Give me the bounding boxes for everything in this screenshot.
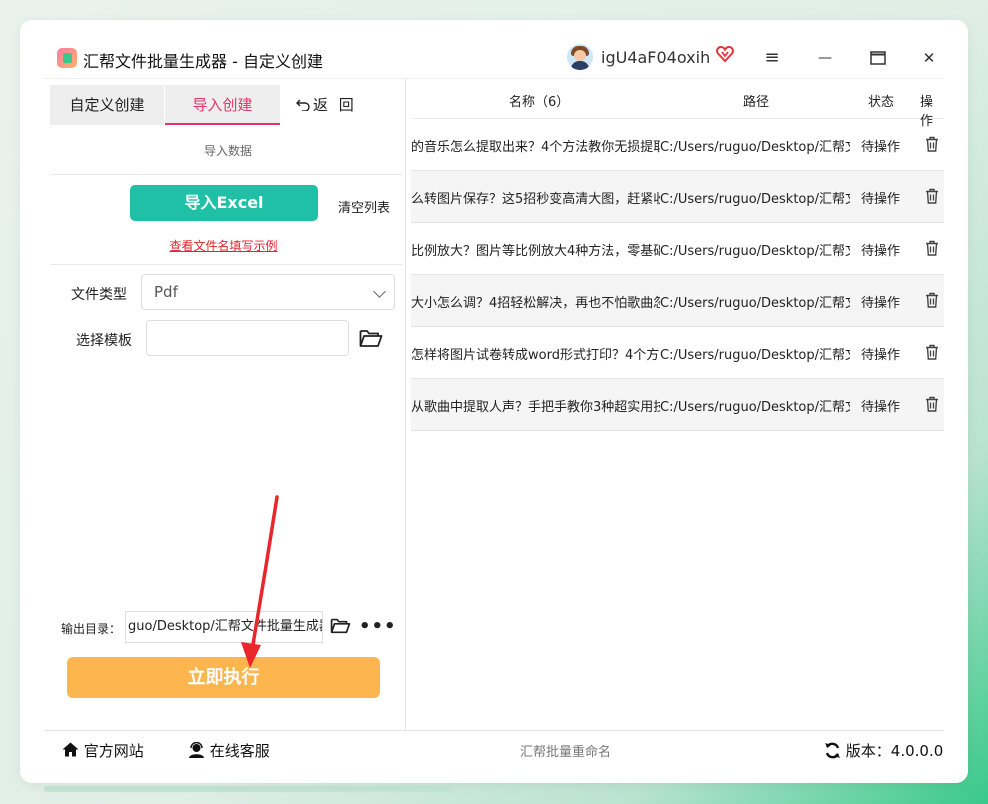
table-row[interactable]: 的音乐怎么提取出来？4个方法教你无损提取， C:/Users/ruguo/Desk… — [411, 119, 944, 171]
tab-custom-create[interactable]: 自定义创建 — [50, 85, 164, 125]
chevron-down-icon — [373, 285, 386, 298]
user-avatar[interactable] — [567, 44, 593, 70]
back-button[interactable]: 返 回 — [296, 85, 357, 125]
output-folder-icon[interactable] — [330, 617, 351, 634]
row-path: C:/Users/ruguo/Desktop/汇帮文 — [660, 348, 850, 363]
column-header-status: 状态 — [868, 95, 895, 110]
home-icon — [62, 742, 79, 757]
footer-product-name: 汇帮批量重命名 — [520, 745, 612, 760]
row-name: 怎样将图片试卷转成word形式打印？4个方法 — [411, 348, 660, 363]
file-type-label: 文件类型 — [71, 287, 127, 303]
online-support-label: 在线客服 — [209, 742, 270, 760]
online-support-link[interactable]: 在线客服 — [188, 740, 270, 761]
background-decoration — [44, 786, 452, 792]
clear-list-button[interactable]: 清空列表 — [338, 197, 390, 216]
row-name: 么转图片保存？这5招秒变高清大图，赶紧收藏 — [411, 192, 660, 207]
vip-heart-icon[interactable] — [716, 45, 734, 63]
row-status: 待操作 — [861, 244, 901, 259]
filename-example-link[interactable]: 查看文件名填写示例 — [50, 237, 397, 254]
execute-button[interactable]: 立即执行 — [67, 657, 380, 698]
title-bar: 汇帮文件批量生成器 - 自定义创建 igU4aF04oxih ≡ — ✕ — [44, 38, 944, 79]
table-row[interactable]: 从歌曲中提取人声？手把手教你3种超实用技巧 C:/Users/ruguo/Desk… — [411, 379, 944, 431]
refresh-icon[interactable] — [824, 742, 841, 759]
folder-open-icon[interactable] — [359, 328, 383, 348]
template-label: 选择模板 — [76, 333, 132, 349]
delete-icon[interactable] — [925, 136, 939, 152]
tab-import-create[interactable]: 导入创建 — [165, 85, 280, 125]
delete-icon[interactable] — [925, 240, 939, 256]
file-type-value: Pdf — [154, 283, 178, 301]
username[interactable]: igU4aF04oxih — [601, 48, 710, 67]
delete-icon[interactable] — [925, 396, 939, 412]
row-path: C:/Users/ruguo/Desktop/汇帮文 — [660, 400, 850, 415]
minimize-button[interactable]: — — [811, 44, 839, 72]
left-panel: 自定义创建 导入创建 返 回 导入数据 导入Excel 清空列表 查看文件名填写… — [50, 79, 406, 730]
import-section-title: 导入数据 — [203, 144, 252, 158]
close-button[interactable]: ✕ — [915, 44, 943, 72]
output-dir-label: 输出目录： — [61, 622, 122, 636]
row-name: 大小怎么调？4招轻松解决，再也不怕歌曲忽大 — [411, 296, 660, 311]
table-row[interactable]: 比例放大？图片等比例放大4种方法，零基础秒 C:/Users/ruguo/Desk… — [411, 223, 944, 275]
app-logo-icon — [57, 48, 77, 68]
app-window: 汇帮文件批量生成器 - 自定义创建 igU4aF04oxih ≡ — ✕ 自定义… — [44, 38, 944, 764]
file-table: 名称（6） 路径 状态 操作 的音乐怎么提取出来？4个方法教你无损提取， C:/U… — [411, 79, 944, 730]
divider — [50, 264, 402, 265]
more-options-icon[interactable]: ••• — [359, 616, 397, 637]
delete-icon[interactable] — [925, 188, 939, 204]
file-type-select[interactable]: Pdf — [141, 274, 395, 310]
version-label: 版本：4.0.0.0 — [845, 742, 944, 760]
divider — [50, 174, 402, 175]
table-row[interactable]: 怎样将图片试卷转成word形式打印？4个方法 C:/Users/ruguo/Des… — [411, 327, 944, 379]
row-path: C:/Users/ruguo/Desktop/汇帮文 — [660, 140, 850, 155]
status-bar: 官方网站 在线客服 汇帮批量重命名 版本：4.0.0.0 — [44, 730, 944, 766]
template-input[interactable] — [146, 320, 349, 356]
table-header: 名称（6） 路径 状态 操作 — [411, 79, 944, 129]
row-name: 比例放大？图片等比例放大4种方法，零基础秒 — [411, 244, 660, 259]
row-path: C:/Users/ruguo/Desktop/汇帮文 — [660, 296, 850, 311]
menu-icon[interactable]: ≡ — [758, 44, 786, 72]
delete-icon[interactable] — [925, 344, 939, 360]
back-label: 返 回 — [313, 96, 357, 114]
mode-tabs: 自定义创建 导入创建 返 回 — [50, 79, 406, 125]
output-dir-input[interactable]: guo/Desktop/汇帮文件批量生成器 — [125, 611, 323, 643]
column-header-name: 名称（6） — [509, 95, 570, 110]
row-name: 从歌曲中提取人声？手把手教你3种超实用技巧 — [411, 400, 660, 415]
official-website-link[interactable]: 官方网站 — [62, 740, 144, 761]
app-title: 汇帮文件批量生成器 - 自定义创建 — [83, 52, 323, 71]
import-excel-button[interactable]: 导入Excel — [130, 185, 318, 221]
row-path: C:/Users/ruguo/Desktop/汇帮文 — [660, 244, 850, 259]
table-row[interactable]: 么转图片保存？这5招秒变高清大图，赶紧收藏 C:/Users/ruguo/Desk… — [411, 171, 944, 223]
delete-icon[interactable] — [925, 292, 939, 308]
row-status: 待操作 — [861, 348, 901, 363]
row-path: C:/Users/ruguo/Desktop/汇帮文 — [660, 192, 850, 207]
row-status: 待操作 — [861, 400, 901, 415]
row-status: 待操作 — [861, 140, 901, 155]
support-agent-icon — [189, 741, 204, 758]
row-name: 的音乐怎么提取出来？4个方法教你无损提取， — [411, 140, 660, 155]
undo-icon — [296, 99, 310, 112]
row-status: 待操作 — [861, 296, 901, 311]
official-website-label: 官方网站 — [83, 742, 144, 760]
version-info: 版本：4.0.0.0 — [824, 740, 943, 761]
maximize-button[interactable] — [864, 44, 892, 72]
column-header-path: 路径 — [743, 95, 770, 110]
row-status: 待操作 — [861, 192, 901, 207]
table-row[interactable]: 大小怎么调？4招轻松解决，再也不怕歌曲忽大 C:/Users/ruguo/Desk… — [411, 275, 944, 327]
